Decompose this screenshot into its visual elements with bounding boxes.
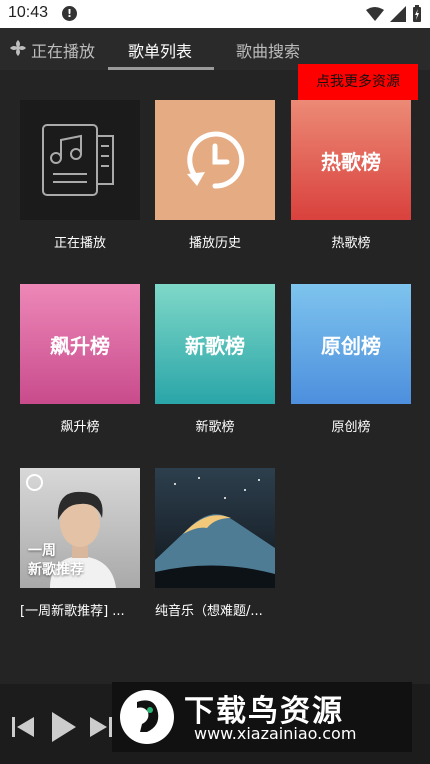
history-clock-icon: [187, 131, 245, 189]
more-resources-button[interactable]: 点我更多资源: [298, 64, 418, 100]
card-caption: 热歌榜: [331, 236, 371, 251]
card-caption: 飙升榜: [60, 420, 100, 435]
status-time: 10:43: [8, 4, 49, 21]
card-caption: 原创榜: [331, 420, 371, 435]
cover-line-2: 新歌推荐: [28, 562, 84, 578]
weekly-new-songs-cover: 一周 新歌推荐: [20, 468, 140, 588]
card-new-chart[interactable]: 新歌榜 新歌榜: [155, 284, 275, 435]
bird-logo-icon: [120, 690, 174, 744]
cover-text: 一周 新歌推荐: [28, 542, 84, 580]
card-play-history[interactable]: 播放历史: [155, 100, 275, 251]
hot-chart-tile: 热歌榜: [291, 100, 411, 220]
pure-music-cover: [155, 468, 275, 588]
tab-playlists[interactable]: 歌单列表: [128, 38, 192, 62]
watermark-banner: 下载鸟资源 www.xiazainiao.com: [112, 682, 412, 752]
card-pure-music[interactable]: 纯音乐（想难题/...: [155, 468, 275, 619]
card-original-chart[interactable]: 原创榜 原创榜: [291, 284, 411, 435]
status-icons: [366, 5, 422, 23]
tab-now-playing[interactable]: 正在播放: [31, 38, 95, 62]
alert-icon: !: [62, 6, 77, 21]
watermark-url: www.xiazainiao.com: [194, 724, 357, 743]
tab-song-search[interactable]: 歌曲搜索: [236, 38, 300, 62]
play-icon[interactable]: [50, 710, 78, 744]
rising-chart-tile: 飙升榜: [20, 284, 140, 404]
mountain-night-image: [155, 477, 275, 588]
fan-icon: [10, 40, 26, 56]
cover-line-1: 一周: [28, 543, 56, 559]
music-document-icon: [42, 124, 114, 196]
netease-icon: [26, 474, 43, 491]
signal-icon: [390, 6, 406, 22]
card-caption: 播放历史: [188, 236, 241, 251]
card-rising-chart[interactable]: 飙升榜 飙升榜: [20, 284, 140, 435]
next-icon[interactable]: [88, 714, 114, 740]
new-chart-tile: 新歌榜: [155, 284, 275, 404]
card-caption: 新歌榜: [195, 420, 235, 435]
card-caption: 纯音乐（想难题/...: [155, 604, 263, 619]
wifi-icon: [366, 7, 384, 21]
card-now-playing[interactable]: 正在播放: [20, 100, 140, 251]
previous-icon[interactable]: [10, 714, 36, 740]
original-chart-tile: 原创榜: [291, 284, 411, 404]
status-bar: 10:43 !: [0, 0, 430, 28]
now-playing-tile: [20, 100, 140, 220]
card-weekly-new-songs[interactable]: 一周 新歌推荐 [一周新歌推荐] ...: [20, 468, 140, 619]
active-tab-indicator: [108, 67, 214, 70]
card-caption: [一周新歌推荐] ...: [20, 604, 125, 619]
play-history-tile: [155, 100, 275, 220]
card-hot-chart[interactable]: 热歌榜 热歌榜: [291, 100, 411, 251]
card-caption: 正在播放: [53, 236, 106, 251]
battery-icon: [413, 5, 421, 22]
